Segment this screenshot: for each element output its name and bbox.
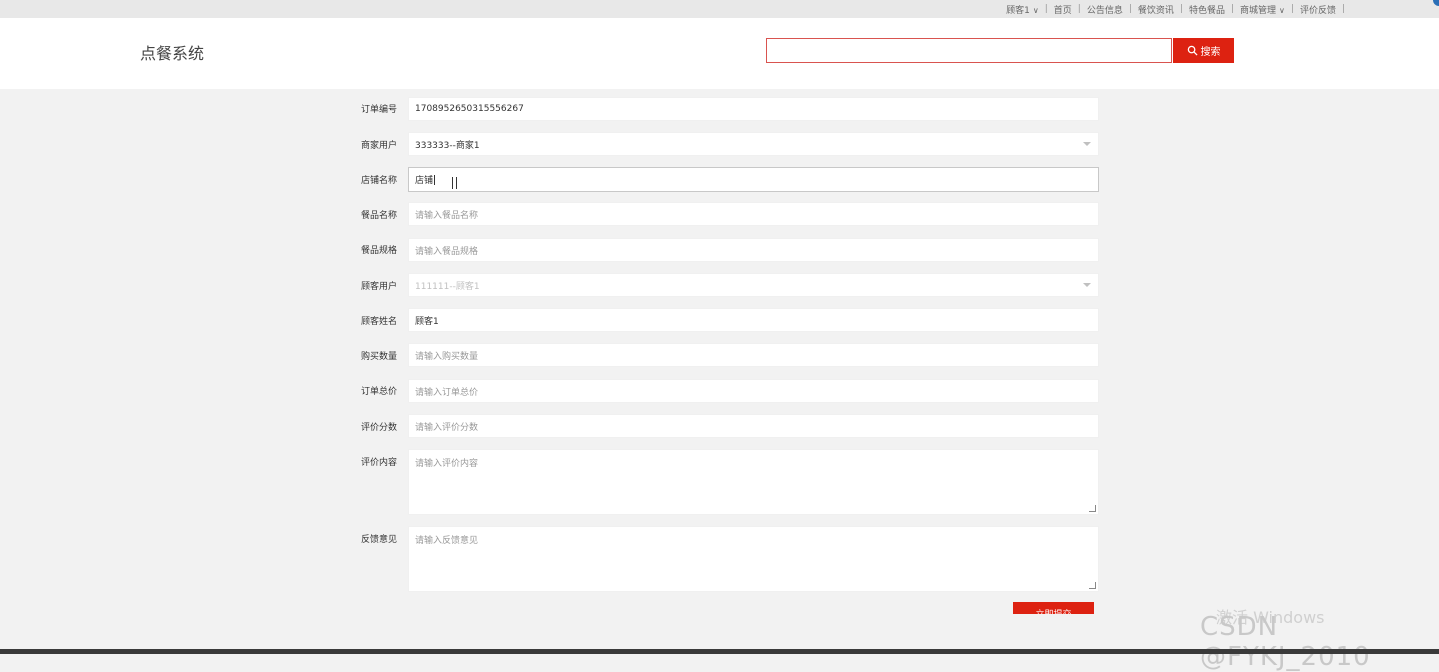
customer-user-select[interactable]: 111111--顾客1 <box>408 273 1099 297</box>
merchant-user-select[interactable]: 333333--商家1 <box>408 132 1099 156</box>
resize-handle-icon[interactable] <box>1089 582 1096 589</box>
search-input[interactable] <box>766 38 1172 63</box>
nav-item-notice[interactable]: 公告信息 <box>1081 3 1129 16</box>
rating-field[interactable]: 请输入评价分数 <box>408 414 1099 438</box>
customer-name-label: 顾客姓名 <box>360 317 397 327</box>
nav-item-news[interactable]: 餐饮资讯 <box>1132 3 1180 16</box>
quantity-label: 购买数量 <box>360 352 397 362</box>
nav-item-featured[interactable]: 特色餐品 <box>1183 3 1231 16</box>
shop-name-value: 店铺 <box>415 176 434 186</box>
nav-item-mall[interactable]: 商城管理 ∨ <box>1234 3 1291 16</box>
feedback-placeholder: 请输入反馈意见 <box>415 536 479 546</box>
text-caret <box>434 174 436 185</box>
merchant-user-value: 333333--商家1 <box>415 140 480 151</box>
csdn-watermark: CSDN @FYKJ_2010 <box>1200 612 1371 672</box>
search-button-label: 搜索 <box>1200 47 1221 58</box>
review-textarea[interactable]: 请输入评价内容 <box>408 449 1099 515</box>
submit-button[interactable]: 立即提交 <box>1013 602 1094 614</box>
order-no-label: 订单编号 <box>360 105 397 115</box>
top-nav-bar: 顾客1 ∨ | 首页 | 公告信息 | 餐饮资讯 | 特色餐品 | 商城管理 ∨ |… <box>0 0 1439 20</box>
review-placeholder: 请输入评价内容 <box>415 459 479 469</box>
nav-divider: | <box>1341 4 1345 14</box>
ibeam-cursor-icon <box>452 177 457 189</box>
order-no-field[interactable]: 1708952650315556267 <box>408 97 1099 121</box>
review-label: 评价内容 <box>360 458 397 468</box>
caret-down-icon <box>1083 283 1091 287</box>
dish-spec-label: 餐品规格 <box>360 246 397 256</box>
nav-item-feedback[interactable]: 评价反馈 <box>1294 3 1342 20</box>
search-icon <box>1187 45 1198 56</box>
shop-name-field[interactable]: 店铺 <box>408 167 1099 192</box>
merchant-user-label: 商家用户 <box>360 141 397 151</box>
customer-user-value: 111111--顾客1 <box>415 281 480 292</box>
total-price-label: 订单总价 <box>360 387 397 397</box>
site-brand[interactable]: 点餐系统 <box>140 40 204 64</box>
chevron-down-icon: ∨ <box>1032 5 1039 15</box>
dish-name-label: 餐品名称 <box>360 211 397 221</box>
feedback-label: 反馈意见 <box>360 535 397 545</box>
resize-handle-icon[interactable] <box>1089 505 1096 512</box>
feedback-textarea[interactable]: 请输入反馈意见 <box>408 526 1099 592</box>
taskbar-edge <box>0 649 1439 654</box>
caret-down-icon <box>1083 142 1091 146</box>
nav-item-user[interactable]: 顾客1 ∨ <box>1000 3 1045 16</box>
dish-name-field[interactable]: 请输入餐品名称 <box>408 202 1099 226</box>
site-header: 点餐系统 搜索 <box>0 18 1439 89</box>
total-price-field[interactable]: 请输入订单总价 <box>408 379 1099 403</box>
quantity-field[interactable]: 请输入购买数量 <box>408 343 1099 367</box>
customer-name-field[interactable]: 顾客1 <box>408 308 1099 332</box>
top-nav-menu: 顾客1 ∨ | 首页 | 公告信息 | 餐饮资讯 | 特色餐品 | 商城管理 ∨ |… <box>1000 0 1345 20</box>
search-button[interactable]: 搜索 <box>1173 38 1234 63</box>
shop-name-label: 店铺名称 <box>360 176 397 186</box>
nav-item-home[interactable]: 首页 <box>1048 3 1078 16</box>
window-corner-icon <box>1433 0 1439 6</box>
dish-spec-field[interactable]: 请输入餐品规格 <box>408 238 1099 262</box>
customer-user-label: 顾客用户 <box>360 282 397 292</box>
chevron-down-icon: ∨ <box>1279 5 1285 15</box>
rating-label: 评价分数 <box>360 423 397 433</box>
